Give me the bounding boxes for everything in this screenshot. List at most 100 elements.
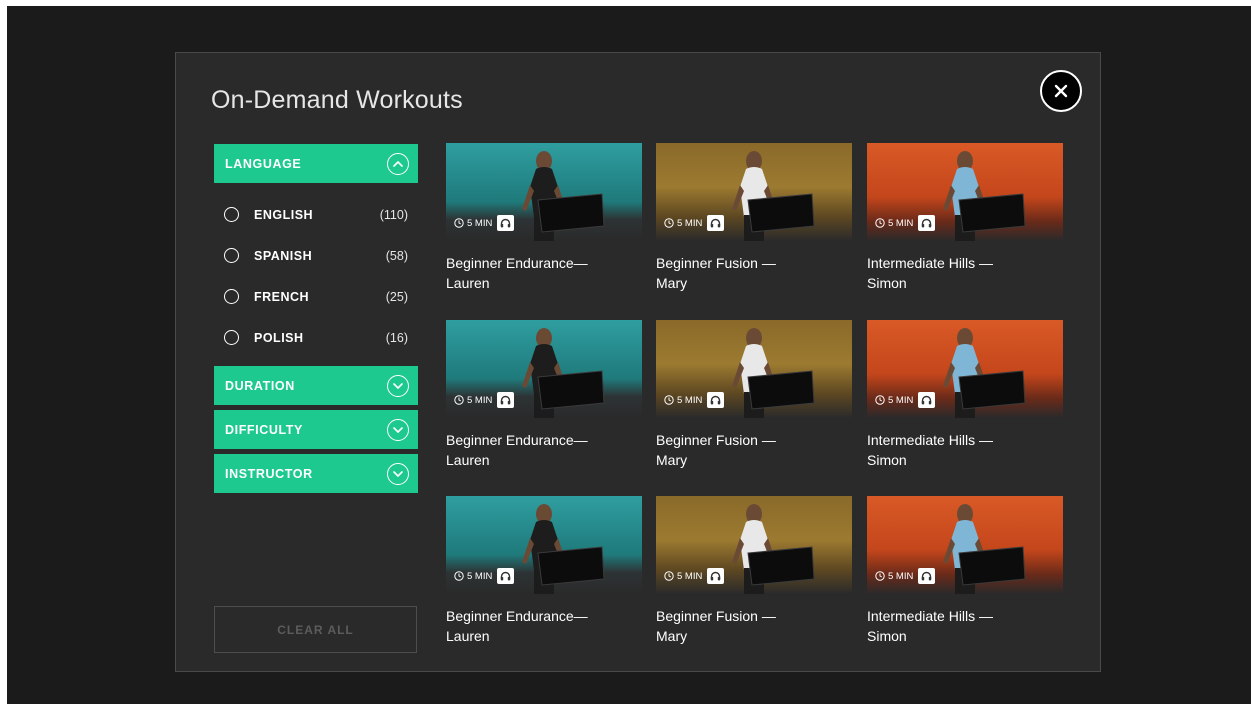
chevron-down-icon — [387, 462, 409, 485]
duration-label: 5 MIN — [467, 570, 493, 582]
workout-thumbnail[interactable]: 5 MIN — [867, 496, 1063, 594]
app-background: On-Demand Workouts LANGUAGE ENGLISH (110… — [7, 6, 1251, 704]
treadmill-graphic — [958, 193, 1026, 233]
chevron-down-icon — [387, 374, 409, 397]
thumbnail-badges: 5 MIN — [875, 215, 936, 231]
workout-card[interactable]: 5 MIN Beginner Endurance— Lauren — [446, 496, 642, 646]
language-option-french[interactable]: FRENCH (25) — [214, 276, 418, 317]
clock-icon — [454, 395, 464, 405]
filter-instructor-header[interactable]: INSTRUCTOR — [214, 454, 418, 493]
radio-button[interactable] — [224, 248, 239, 263]
chevron-up-icon — [387, 152, 409, 175]
workout-thumbnail[interactable]: 5 MIN — [656, 143, 852, 241]
duration-badge: 5 MIN — [454, 395, 492, 406]
treadmill-graphic — [747, 546, 815, 586]
duration-badge: 5 MIN — [875, 218, 913, 229]
duration-label: 5 MIN — [677, 570, 703, 582]
chevron-down-icon — [387, 418, 409, 441]
workout-title[interactable]: Intermediate Hills — Simon — [867, 253, 1063, 293]
workout-thumbnail[interactable]: 5 MIN — [867, 320, 1063, 418]
treadmill-graphic — [958, 546, 1026, 586]
workout-card[interactable]: 5 MIN Beginner Fusion — Mary — [656, 143, 852, 293]
headphones-icon — [707, 215, 725, 231]
duration-label: 5 MIN — [888, 217, 914, 229]
workout-card[interactable]: 5 MIN Intermediate Hills — Simon — [867, 496, 1063, 646]
option-label: ENGLISH — [254, 207, 314, 222]
language-option-english[interactable]: ENGLISH (110) — [214, 194, 418, 235]
treadmill-graphic — [537, 370, 605, 410]
duration-badge: 5 MIN — [875, 395, 913, 406]
duration-badge: 5 MIN — [664, 395, 702, 406]
workout-card[interactable]: 5 MIN Beginner Fusion — Mary — [656, 496, 852, 646]
headphones-icon — [497, 568, 515, 584]
option-label: SPANISH — [254, 248, 313, 263]
option-count: (16) — [385, 330, 408, 345]
duration-label: 5 MIN — [677, 394, 703, 406]
duration-label: 5 MIN — [888, 570, 914, 582]
headphones-icon — [497, 215, 515, 231]
clock-icon — [875, 395, 885, 405]
headphones-icon — [918, 392, 936, 408]
treadmill-graphic — [747, 193, 815, 233]
duration-badge: 5 MIN — [664, 571, 702, 582]
workout-title[interactable]: Beginner Fusion — Mary — [656, 253, 852, 293]
filter-language-header[interactable]: LANGUAGE — [214, 144, 418, 183]
workout-title[interactable]: Beginner Fusion — Mary — [656, 606, 852, 646]
filter-difficulty-label: DIFFICULTY — [225, 422, 303, 437]
workout-card[interactable]: 5 MIN Intermediate Hills — Simon — [867, 143, 1063, 293]
clock-icon — [454, 571, 464, 581]
thumbnail-badges: 5 MIN — [454, 392, 515, 408]
workout-title[interactable]: Beginner Fusion — Mary — [656, 430, 852, 470]
workout-thumbnail[interactable]: 5 MIN — [446, 143, 642, 241]
thumbnail-badges: 5 MIN — [875, 392, 936, 408]
workout-title[interactable]: Beginner Endurance— Lauren — [446, 430, 642, 470]
duration-badge: 5 MIN — [664, 218, 702, 229]
thumbnail-badges: 5 MIN — [875, 568, 936, 584]
option-count: (110) — [379, 207, 408, 222]
thumbnail-badges: 5 MIN — [454, 215, 515, 231]
radio-button[interactable] — [224, 330, 239, 345]
clock-icon — [664, 571, 674, 581]
treadmill-graphic — [537, 546, 605, 586]
workout-thumbnail[interactable]: 5 MIN — [656, 320, 852, 418]
clear-all-button[interactable]: CLEAR ALL — [214, 606, 417, 653]
treadmill-graphic — [958, 370, 1026, 410]
workout-title[interactable]: Intermediate Hills — Simon — [867, 606, 1063, 646]
duration-label: 5 MIN — [467, 394, 493, 406]
filter-language-label: LANGUAGE — [225, 156, 302, 171]
clock-icon — [454, 218, 464, 228]
thumbnail-badges: 5 MIN — [664, 392, 725, 408]
radio-button[interactable] — [224, 207, 239, 222]
workout-card[interactable]: 5 MIN Beginner Endurance— Lauren — [446, 143, 642, 293]
workout-thumbnail[interactable]: 5 MIN — [446, 496, 642, 594]
headphones-icon — [707, 568, 725, 584]
workout-title[interactable]: Beginner Endurance— Lauren — [446, 253, 642, 293]
option-count: (25) — [385, 289, 408, 304]
close-icon — [1054, 84, 1068, 98]
option-label: FRENCH — [254, 289, 310, 304]
radio-button[interactable] — [224, 289, 239, 304]
filter-duration-header[interactable]: DURATION — [214, 366, 418, 405]
headphones-icon — [497, 392, 515, 408]
workout-thumbnail[interactable]: 5 MIN — [867, 143, 1063, 241]
workout-thumbnail[interactable]: 5 MIN — [656, 496, 852, 594]
filter-duration-label: DURATION — [225, 378, 295, 393]
modal-title: On-Demand Workouts — [211, 86, 463, 114]
treadmill-graphic — [537, 193, 605, 233]
workout-card[interactable]: 5 MIN Beginner Endurance— Lauren — [446, 320, 642, 470]
workout-card[interactable]: 5 MIN Beginner Fusion — Mary — [656, 320, 852, 470]
language-option-spanish[interactable]: SPANISH (58) — [214, 235, 418, 276]
treadmill-graphic — [747, 370, 815, 410]
filter-difficulty-header[interactable]: DIFFICULTY — [214, 410, 418, 449]
workout-card[interactable]: 5 MIN Intermediate Hills — Simon — [867, 320, 1063, 470]
option-count: (58) — [385, 248, 408, 263]
duration-badge: 5 MIN — [454, 218, 492, 229]
language-option-polish[interactable]: POLISH (16) — [214, 317, 418, 358]
workout-thumbnail[interactable]: 5 MIN — [446, 320, 642, 418]
clock-icon — [875, 571, 885, 581]
workout-title[interactable]: Beginner Endurance— Lauren — [446, 606, 642, 646]
workout-title[interactable]: Intermediate Hills — Simon — [867, 430, 1063, 470]
duration-label: 5 MIN — [888, 394, 914, 406]
close-button[interactable] — [1040, 70, 1082, 112]
filters-panel: LANGUAGE ENGLISH (110) SPANISH (58) FREN… — [214, 144, 418, 498]
